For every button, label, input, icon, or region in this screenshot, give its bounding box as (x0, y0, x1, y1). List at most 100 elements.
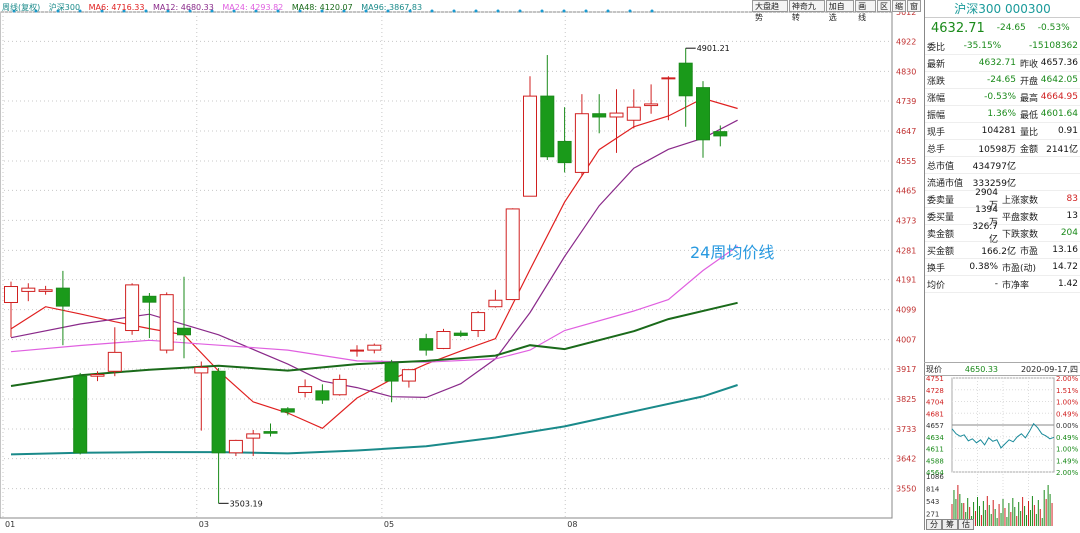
mini-pct-label: 0.49% (1056, 410, 1079, 418)
chart-toolbar: 大盘趋势 神奇九转 加自选 画线 区 缩 窗 (752, 0, 922, 22)
quote-value: -35.15% (963, 41, 1002, 51)
mini-y-label: 4634 (926, 434, 944, 442)
quote-label-2: 最高 (1020, 93, 1039, 104)
candle-body (194, 366, 209, 374)
quote-value: 434797亿 (972, 161, 1016, 172)
y-tick-label: 4830 (896, 67, 916, 76)
mini-pct-label: 0.00% (1056, 422, 1079, 430)
quote-label: 委卖量 (927, 195, 955, 206)
kline-chart-area[interactable]: 5012 4922 4830 4739 4647 4555 4465 4373 4281 4191… (0, 0, 922, 530)
quote-row: 涨幅 -0.53% 最高 4664.95 (925, 89, 1080, 106)
y-tick-label: 3642 (896, 455, 916, 464)
kline-chart-svg[interactable]: 5012492248304739464745554465437342814191… (0, 0, 922, 530)
y-tick-label: 4922 (896, 37, 916, 46)
candle-body (228, 439, 243, 454)
panel-title: 沪深300 000300 (925, 0, 1080, 18)
nine-turn-button[interactable]: 神奇九转 (788, 0, 825, 22)
candle-body (661, 77, 676, 80)
legend-ma12: MA12: 4680.33 (152, 3, 214, 12)
window-button[interactable]: 窗 (907, 0, 921, 12)
ma-legend: 周线(复权) 沪深300 MA6: 4716.33 MA12: 4680.33 … (2, 2, 428, 14)
legend-title: 周线(复权) (2, 3, 41, 12)
candle-body (246, 433, 261, 439)
quote-label: 涨幅 (927, 93, 946, 104)
quote-value: 104281 (981, 126, 1016, 136)
x-tick-label: 01 (5, 520, 15, 529)
mini-pct-label: 0.49% (1056, 434, 1079, 442)
candle-body (557, 140, 572, 164)
candle-body (298, 386, 313, 393)
legend-ma96: MA96: 3867.83 (361, 3, 423, 12)
x-tick-label: 05 (384, 520, 394, 529)
mini-pct-label: 1.00% (1056, 399, 1079, 407)
quote-label: 卖金额 (927, 229, 955, 240)
mini-now-value: 4650.33 (964, 364, 999, 374)
quote-label: 委比 (927, 42, 946, 53)
quote-value: - (994, 279, 998, 289)
candle-body (713, 131, 728, 137)
quote-label: 振幅 (927, 110, 946, 121)
candle-body (315, 390, 330, 401)
quote-row: 均价 - 市净率 1.42 (925, 276, 1080, 293)
quote-value: 1.36% (987, 109, 1016, 119)
quote-label-2: 昨收 (1020, 59, 1039, 70)
trend-button[interactable]: 大盘趋势 (752, 0, 788, 22)
signal-dot (540, 9, 544, 13)
candle-body (125, 284, 140, 332)
add-favorite-button[interactable]: 加自选 (825, 0, 855, 22)
quote-value-2: 4642.05 (1040, 75, 1078, 85)
quote-value: 326.7亿 (972, 221, 998, 245)
x-tick-label: 08 (567, 520, 577, 529)
intraday-mini-chart[interactable]: 现价 4650.33 2020-09-17,四 4751 2.00% 4728 1.5… (924, 362, 1080, 531)
mini-chart-svg: 4751 2.00% 4728 1.51% 4704 1.00% 4681 0.49% 4657… (926, 375, 1079, 531)
y-tick-label: 4373 (896, 216, 916, 225)
price-change-pct: -0.53% (1037, 23, 1070, 33)
mini-y-label: 4657 (926, 422, 944, 430)
quote-value-2: 4664.95 (1040, 92, 1078, 102)
quote-value-2: 13.16 (1052, 245, 1078, 255)
quote-label-2: 量比 (1020, 127, 1039, 138)
mini-y-label: 4588 (926, 457, 944, 465)
mini-y-label: 4751 (926, 376, 944, 383)
tab-minute[interactable]: 分 (926, 519, 942, 530)
price-change: -24.65 (996, 23, 1026, 33)
quote-row: 现手 104281 量比 0.91 (925, 123, 1080, 140)
quote-value-2: 4601.64 (1040, 109, 1078, 119)
ma24-annotation: 24周均价线 (690, 243, 774, 262)
quote-value-2: 0.91 (1057, 126, 1078, 136)
candle-body (107, 351, 122, 372)
quote-value: -0.53% (984, 92, 1016, 102)
mini-vol-label: 271 (926, 511, 939, 519)
quote-value: 4632.71 (978, 58, 1016, 68)
zoom-button[interactable]: 缩 (892, 0, 906, 12)
candle-body (644, 103, 659, 107)
y-tick-label: 4007 (896, 336, 916, 345)
quote-row: 振幅 1.36% 最低 4601.64 (925, 106, 1080, 123)
tab-valuation[interactable]: 估 (958, 519, 974, 530)
quote-label: 流通市值 (927, 178, 964, 189)
quote-row: 总手 10598万 金额 2141亿 (925, 140, 1080, 157)
candle-body (626, 106, 641, 121)
mini-pct-label: 1.49% (1056, 457, 1079, 465)
candle-body (609, 112, 624, 118)
quote-value: 166.2亿 (981, 246, 1016, 257)
range-button[interactable]: 区 (877, 0, 891, 12)
draw-line-button[interactable]: 画线 (855, 0, 876, 22)
signal-dot (606, 9, 610, 13)
mini-vol-label: 543 (926, 498, 939, 506)
signal-dot (628, 9, 632, 13)
quote-label: 最新 (927, 59, 946, 70)
y-tick-label: 3917 (896, 365, 916, 374)
quote-row: 委比 -35.15% -15108362 (925, 38, 1080, 55)
quote-label-2: 下跌家数 (1002, 229, 1039, 240)
tab-chips[interactable]: 筹 (942, 519, 958, 530)
quote-label: 均价 (927, 280, 946, 291)
candle-body (678, 62, 693, 97)
quote-value-2: 204 (1060, 228, 1078, 238)
mini-pct-label: 1.51% (1056, 387, 1079, 395)
y-tick-label: 4191 (896, 276, 916, 285)
candle-body (21, 287, 36, 292)
y-tick-label: 3733 (896, 425, 916, 434)
quote-value-2: 13 (1066, 211, 1078, 221)
signal-dot (562, 9, 566, 13)
